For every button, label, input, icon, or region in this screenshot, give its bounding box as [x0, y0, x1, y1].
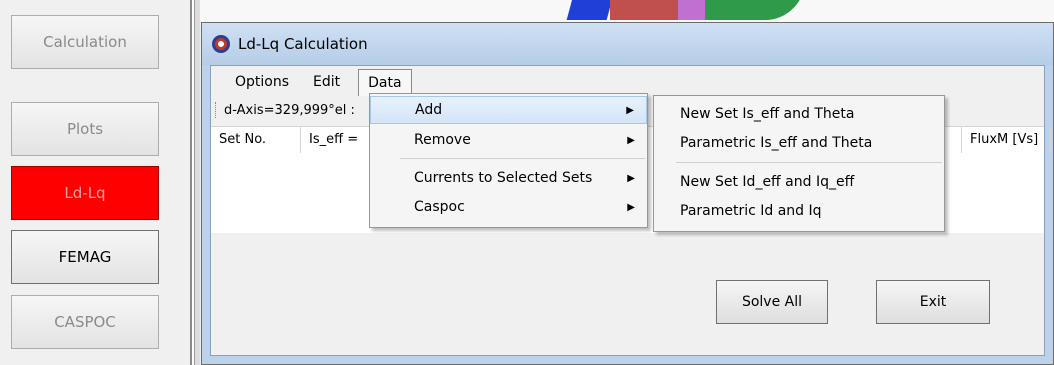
menu-item-add-label: Add: [415, 102, 443, 118]
app-icon: [212, 35, 230, 53]
toolbar-grip[interactable]: [215, 102, 219, 118]
submenu-item-parametric-id-iq[interactable]: Parametric Id and Iq: [654, 197, 944, 225]
menu-item-currents[interactable]: Currents to Selected Sets ▶: [370, 164, 647, 192]
menu-item-remove-label: Remove: [414, 132, 471, 148]
add-submenu: New Set Is_eff and Theta Parametric Is_e…: [653, 95, 945, 232]
submenu-item-label: Parametric Is_eff and Theta: [680, 135, 873, 151]
submenu-item-label: New Set Id_eff and Iq_eff: [680, 174, 855, 190]
femag-button[interactable]: FEMAG: [11, 230, 159, 284]
submenu-item-label: Parametric Id and Iq: [680, 203, 822, 219]
submenu-arrow-icon: ▶: [626, 104, 634, 116]
menu-item-caspoc-label: Caspoc: [414, 199, 465, 215]
exit-button[interactable]: Exit: [876, 280, 990, 324]
menu-options[interactable]: Options: [211, 74, 301, 96]
d-axis-label: d-Axis=329,999°el :: [224, 102, 355, 118]
submenu-item-parametric-is-theta[interactable]: Parametric Is_eff and Theta: [654, 129, 944, 157]
col-fluxm[interactable]: FluxM [Vs]: [961, 127, 1051, 153]
window-titlebar[interactable]: Ld-Lq Calculation: [202, 23, 1053, 65]
menubar: Options Edit Data: [211, 66, 1044, 96]
solve-all-button[interactable]: Solve All: [716, 280, 828, 324]
col-set-no[interactable]: Set No.: [211, 127, 301, 153]
menu-edit[interactable]: Edit: [301, 74, 352, 96]
submenu-item-new-set-is-theta[interactable]: New Set Is_eff and Theta: [654, 100, 944, 128]
submenu-arrow-icon: ▶: [627, 201, 635, 213]
plots-button[interactable]: Plots: [11, 102, 159, 156]
panel-splitter[interactable]: [190, 0, 200, 365]
menu-item-remove[interactable]: Remove ▶: [370, 126, 647, 154]
calculation-button[interactable]: Calculation: [11, 15, 159, 69]
window-title: Ld-Lq Calculation: [238, 35, 368, 53]
menu-item-currents-label: Currents to Selected Sets: [414, 170, 593, 186]
submenu-item-label: New Set Is_eff and Theta: [680, 106, 855, 122]
submenu-arrow-icon: ▶: [627, 172, 635, 184]
submenu-item-new-set-id-iq[interactable]: New Set Id_eff and Iq_eff: [654, 168, 944, 196]
menu-item-add[interactable]: Add ▶: [370, 96, 647, 124]
caspoc-button[interactable]: CASPOC: [11, 295, 159, 349]
background-plot: [200, 0, 1054, 22]
col-is-eff[interactable]: Is_eff =: [301, 127, 371, 153]
submenu-arrow-icon: ▶: [627, 134, 635, 146]
menu-separator: [400, 158, 645, 159]
menu-item-caspoc[interactable]: Caspoc ▶: [370, 193, 647, 221]
submenu-separator: [676, 162, 942, 163]
ld-lq-button[interactable]: Ld-Lq: [11, 166, 159, 220]
menu-data[interactable]: Data: [358, 69, 412, 96]
data-menu: Add ▶ Remove ▶ Currents to Selected Sets…: [369, 93, 648, 228]
